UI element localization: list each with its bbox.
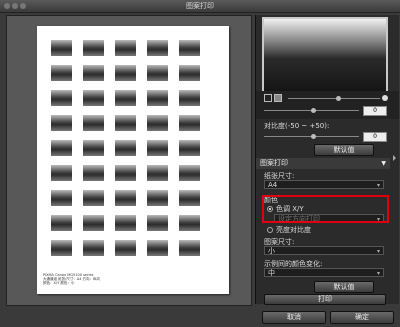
- pattern-thumbnail: [147, 115, 168, 131]
- zoom-slider-track[interactable]: [288, 98, 380, 99]
- brightness-radio[interactable]: [267, 227, 273, 233]
- brightness-option-label: 亮度对比度: [276, 226, 311, 234]
- window-title: 图案打印: [186, 2, 214, 10]
- view-controls: 0: [256, 91, 399, 119]
- contrast-value-field[interactable]: 0: [363, 132, 387, 142]
- pattern-thumbnail: [83, 90, 104, 106]
- pattern-thumbnail: [83, 40, 104, 56]
- pattern-print-header-label: 图案打印: [260, 159, 288, 167]
- pattern-thumbnail: [147, 40, 168, 56]
- pattern-thumbnail: [83, 115, 104, 131]
- pattern-thumbnail: [179, 190, 200, 206]
- pattern-thumbnail: [147, 190, 168, 206]
- print-pattern-window: 图案打印 PIXMA Canon MG5100 series 大通道组 纸张/尺…: [0, 0, 400, 327]
- pattern-thumbnail: [115, 90, 136, 106]
- paper-footer-text: PIXMA Canon MG5100 series 大通道组 纸张/尺寸：A4 …: [43, 273, 100, 285]
- pattern-thumbnail: [51, 240, 72, 256]
- pattern-thumbnail: [115, 190, 136, 206]
- pattern-thumbnail: [51, 215, 72, 231]
- dropdown-arrow-icon: ▾: [376, 182, 380, 189]
- panel-expand-arrow-icon[interactable]: [393, 155, 396, 161]
- pattern-thumbnail: [83, 165, 104, 181]
- pattern-thumbnail: [147, 165, 168, 181]
- pattern-thumbnail: [179, 40, 200, 56]
- pattern-thumbnail: [179, 90, 200, 106]
- pattern-thumbnail: [147, 240, 168, 256]
- paper-footer-line: 颜色：X/Y 颜色：小: [43, 281, 75, 285]
- pattern-thumbnail: [179, 115, 200, 131]
- pattern-thumbnail: [51, 190, 72, 206]
- pattern-thumbnail: [83, 240, 104, 256]
- color-change-value: 中: [268, 269, 275, 277]
- pattern-thumbnail: [51, 115, 72, 131]
- zoom-in-icon[interactable]: [382, 95, 388, 101]
- ok-button[interactable]: 确定: [330, 311, 394, 324]
- pattern-thumbnail: [83, 190, 104, 206]
- pattern-thumbnail: [115, 115, 136, 131]
- pattern-thumbnail: [51, 165, 72, 181]
- pattern-thumbnail: [83, 140, 104, 156]
- print-button[interactable]: 打印: [264, 294, 386, 305]
- pattern-thumbnail: [115, 215, 136, 231]
- pattern-thumbnail: [51, 140, 72, 156]
- pattern-thumbnail: [51, 65, 72, 81]
- paper-size-select[interactable]: A4 ▾: [264, 180, 384, 189]
- single-view-icon[interactable]: [264, 94, 272, 102]
- top-slider-knob[interactable]: [311, 108, 316, 113]
- pattern-thumbnail: [147, 215, 168, 231]
- dropdown-arrow-icon: ▾: [376, 248, 380, 255]
- collapse-triangle-icon: ▼: [381, 160, 386, 167]
- pattern-thumbnail: [179, 240, 200, 256]
- print-preview-area: PIXMA Canon MG5100 series 大通道组 纸张/尺寸：A4 …: [6, 15, 252, 306]
- pattern-thumbnail: [83, 65, 104, 81]
- dropdown-arrow-icon: ▾: [376, 270, 380, 277]
- color-section-highlight: [262, 195, 389, 223]
- pattern-size-select[interactable]: 小 ▾: [264, 246, 384, 255]
- settings-panel: 0 对比度(-50 ~ +50): 0 默认值 图案打印 ▼ 纸张尺寸: A4 …: [255, 15, 399, 305]
- pattern-thumbnail: [179, 165, 200, 181]
- pattern-thumbnail: [115, 165, 136, 181]
- color-change-select[interactable]: 中 ▾: [264, 268, 384, 277]
- pattern-thumbnail: [51, 40, 72, 56]
- zoom-slider-knob[interactable]: [336, 96, 341, 101]
- pattern-thumbnail: [147, 140, 168, 156]
- pattern-size-value: 小: [268, 247, 275, 255]
- cancel-button[interactable]: 取消: [262, 311, 326, 324]
- pattern-print-header[interactable]: 图案打印 ▼: [256, 158, 390, 169]
- zoom-window-button[interactable]: [20, 3, 26, 9]
- pattern-thumbnail: [147, 90, 168, 106]
- close-window-button[interactable]: [4, 3, 10, 9]
- pattern-thumbnail: [179, 140, 200, 156]
- default-button-2[interactable]: 默认值: [314, 281, 374, 293]
- pattern-thumbnail: [147, 65, 168, 81]
- contrast-slider-knob[interactable]: [311, 134, 316, 139]
- pattern-thumbnail: [83, 215, 104, 231]
- pattern-thumbnail: [115, 240, 136, 256]
- compare-view-icon[interactable]: [274, 94, 282, 102]
- pattern-thumbnail: [179, 65, 200, 81]
- default-button[interactable]: 默认值: [314, 144, 374, 156]
- pattern-thumbnail: [179, 215, 200, 231]
- minimize-window-button[interactable]: [12, 3, 18, 9]
- contrast-label: 对比度(-50 ~ +50):: [264, 122, 330, 130]
- pattern-thumbnail: [115, 40, 136, 56]
- pattern-thumbnail: [51, 90, 72, 106]
- title-bar: 图案打印: [0, 0, 400, 13]
- photo-preview: [262, 17, 388, 93]
- pattern-thumbnail: [115, 140, 136, 156]
- pattern-thumbnail: [115, 65, 136, 81]
- preview-paper: PIXMA Canon MG5100 series 大通道组 纸张/尺寸：A4 …: [37, 26, 229, 294]
- top-value-field[interactable]: 0: [363, 106, 387, 116]
- paper-size-value: A4: [268, 181, 278, 189]
